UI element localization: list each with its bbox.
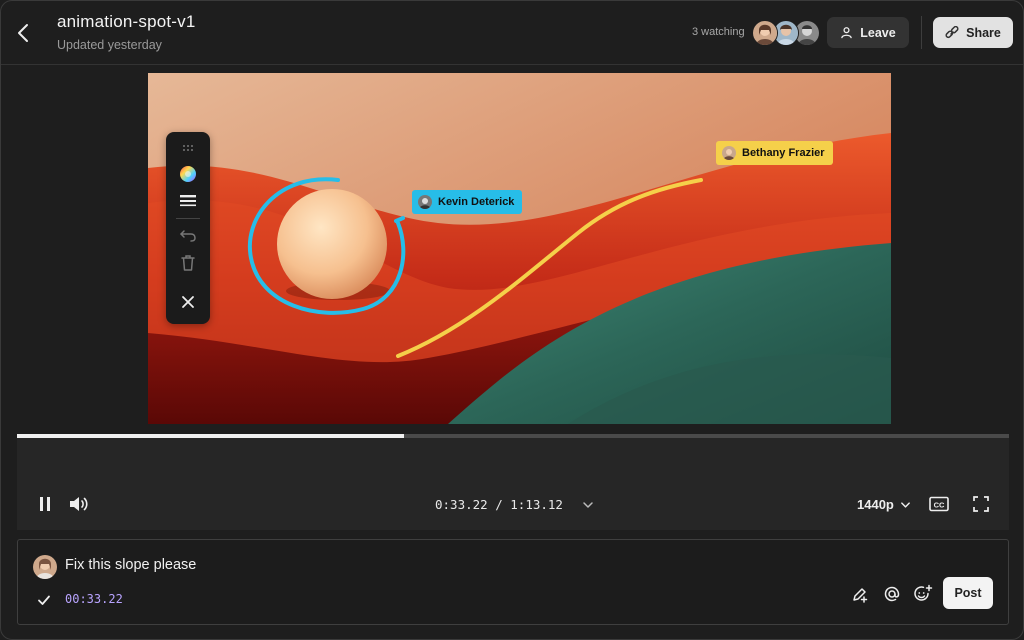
avatar — [33, 555, 57, 579]
watching-count: 3 watching — [692, 26, 745, 38]
duration: 1:13.12 — [510, 497, 563, 512]
annotation-tag-kevin[interactable]: Kevin Deterick — [412, 190, 523, 214]
time-separator: / — [495, 497, 511, 512]
color-wheel-icon[interactable] — [177, 163, 199, 185]
updated-label: Updated yesterday — [57, 38, 162, 52]
trash-icon[interactable] — [177, 252, 199, 274]
emoji-add-icon — [914, 584, 933, 601]
timestamp-toggle[interactable] — [36, 592, 52, 608]
quality-label: 1440p — [857, 497, 894, 512]
avatar[interactable] — [752, 20, 778, 46]
back-button[interactable] — [13, 21, 35, 45]
avatar — [418, 195, 432, 209]
emoji-button[interactable] — [913, 584, 933, 604]
captions-button[interactable]: CC — [928, 495, 950, 513]
current-time: 0:33.22 — [435, 497, 488, 512]
timecode: 0:33.22 / 1:13.12 — [435, 497, 563, 512]
undo-icon[interactable] — [177, 224, 199, 246]
drawing-toolbar — [166, 132, 210, 324]
mention-button[interactable] — [882, 584, 902, 604]
leave-button[interactable]: Leave — [827, 17, 909, 48]
viewer-avatars[interactable] — [752, 20, 822, 46]
timecode-format-dropdown[interactable] — [579, 496, 597, 514]
checkmark-icon — [38, 595, 50, 605]
page-title: animation-spot-v1 — [57, 12, 196, 31]
fullscreen-icon — [973, 496, 989, 512]
chevron-down-icon — [583, 502, 593, 508]
comment-input[interactable]: Fix this slope please — [65, 557, 196, 573]
draw-annotation-button[interactable] — [850, 584, 870, 604]
link-icon — [945, 25, 959, 38]
pause-button[interactable] — [36, 495, 54, 513]
volume-icon — [70, 497, 88, 511]
share-label: Share — [966, 25, 1001, 40]
user-leave-icon — [841, 27, 853, 39]
fullscreen-button[interactable] — [972, 495, 990, 513]
annotation-author: Kevin Deterick — [438, 196, 515, 208]
at-sign-icon — [884, 586, 900, 602]
video-frame[interactable] — [148, 73, 891, 424]
toolbar-divider — [176, 218, 200, 219]
svg-text:CC: CC — [934, 501, 945, 510]
header: animation-spot-v1 Updated yesterday 3 wa… — [1, 1, 1023, 65]
drag-handle-icon[interactable] — [177, 137, 199, 159]
quality-selector[interactable]: 1440p — [857, 497, 911, 512]
review-window: animation-spot-v1 Updated yesterday 3 wa… — [0, 0, 1024, 640]
pencil-plus-icon — [853, 588, 868, 603]
stroke-width-icon[interactable] — [177, 190, 199, 212]
chevron-left-icon — [18, 24, 28, 42]
comment-composer: Fix this slope please 00:33.22 Post — [17, 539, 1009, 625]
chevron-down-icon — [900, 501, 910, 508]
avatar — [722, 146, 736, 160]
post-button[interactable]: Post — [943, 577, 993, 609]
leave-label: Leave — [860, 25, 896, 40]
volume-button[interactable] — [67, 494, 89, 514]
comment-timestamp[interactable]: 00:33.22 — [65, 592, 123, 606]
annotation-tag-bethany[interactable]: Bethany Frazier — [716, 141, 833, 165]
share-button[interactable]: Share — [933, 17, 1013, 48]
pause-icon — [40, 497, 50, 511]
player-controls — [17, 438, 1009, 530]
divider — [921, 16, 922, 49]
annotation-author: Bethany Frazier — [742, 147, 825, 159]
closed-captions-icon: CC — [929, 496, 949, 512]
close-icon[interactable] — [177, 291, 199, 313]
